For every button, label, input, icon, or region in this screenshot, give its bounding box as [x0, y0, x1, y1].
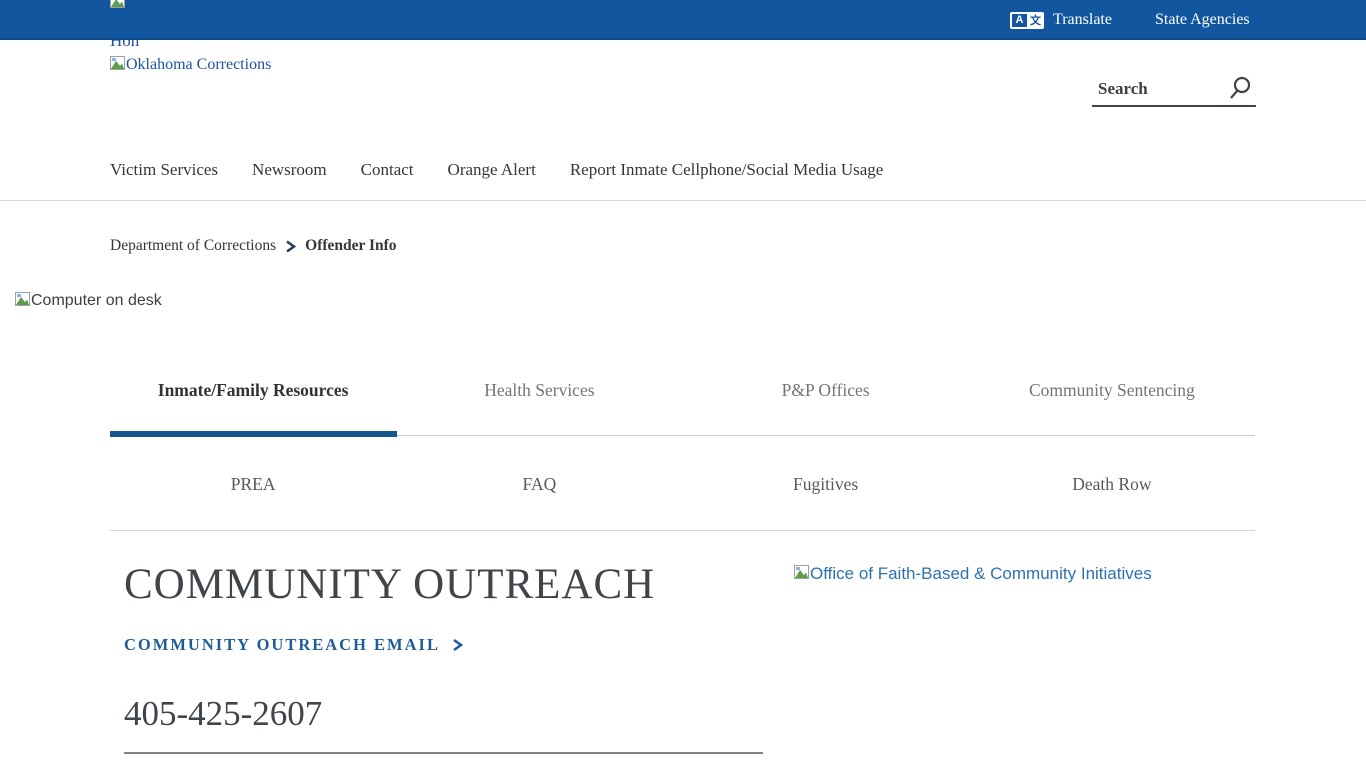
search-input[interactable] — [1098, 76, 1218, 102]
logo-alt-text: Oklahoma Corrections — [126, 56, 271, 74]
tab-bar-secondary: PREA FAQ Fugitives Death Row — [110, 474, 1255, 495]
nav-item-newsroom[interactable]: Newsroom — [252, 160, 327, 180]
phone-number: 405-425-2607 — [124, 694, 322, 734]
breadcrumb-current: Offender Info — [305, 237, 396, 255]
nav-item-report-inmate-cellphone[interactable]: Report Inmate Cellphone/Social Media Usa… — [570, 160, 883, 180]
tab-prea[interactable]: PREA — [110, 474, 396, 495]
tab-death-row[interactable]: Death Row — [969, 474, 1255, 495]
header-divider — [0, 200, 1366, 201]
breadcrumb: Department of Corrections Offender Info — [110, 237, 397, 255]
state-agencies-link[interactable]: State Agencies — [1155, 0, 1250, 40]
email-link-label: COMMUNITY OUTREACH EMAIL — [124, 635, 440, 655]
tab-health-services[interactable]: Health Services — [396, 380, 682, 401]
community-outreach-email-link[interactable]: COMMUNITY OUTREACH EMAIL — [124, 635, 463, 655]
faith-based-initiatives-link[interactable]: Office of Faith-Based & Community Initia… — [794, 564, 1152, 584]
tab-inmate-family-resources[interactable]: Inmate/Family Resources — [110, 380, 396, 401]
tab-bar-divider — [397, 435, 1255, 436]
active-tab-indicator — [110, 431, 397, 437]
translate-icon: A 文 — [1010, 12, 1044, 29]
broken-image-icon — [794, 564, 809, 584]
tab-pp-offices[interactable]: P&P Offices — [683, 380, 969, 401]
utility-bar: A 文 Translate State Agencies — [0, 0, 1366, 40]
site-logo-link[interactable]: Oklahoma Corrections — [110, 56, 271, 75]
chevron-right-icon — [452, 638, 463, 652]
state-agencies-label: State Agencies — [1155, 11, 1250, 29]
tab-bar-primary: Inmate/Family Resources Health Services … — [110, 380, 1255, 401]
search-box — [1092, 74, 1256, 107]
broken-image-icon — [110, 0, 125, 13]
translate-icon-char: 文 — [1027, 12, 1044, 29]
side-image-alt-text: Office of Faith-Based & Community Initia… — [810, 564, 1152, 584]
tab-community-sentencing[interactable]: Community Sentencing — [969, 380, 1255, 401]
tab-fugitives[interactable]: Fugitives — [683, 474, 969, 495]
section-divider — [110, 530, 1255, 531]
main-navigation: Victim Services Newsroom Contact Orange … — [110, 160, 883, 180]
breadcrumb-parent[interactable]: Department of Corrections — [110, 237, 276, 255]
broken-image-icon — [15, 292, 30, 311]
translate-label: Translate — [1053, 11, 1112, 29]
nav-item-contact[interactable]: Contact — [361, 160, 414, 180]
search-icon — [1227, 75, 1253, 101]
translate-button[interactable]: A 文 Translate — [1010, 0, 1112, 40]
page-title: COMMUNITY OUTREACH — [124, 560, 655, 609]
nav-item-orange-alert[interactable]: Orange Alert — [448, 160, 536, 180]
chevron-right-icon — [285, 240, 296, 253]
broken-image-icon — [110, 56, 125, 75]
hero-image-alt-text: Computer on desk — [31, 292, 162, 310]
content-divider — [124, 752, 763, 754]
search-button[interactable] — [1226, 75, 1254, 103]
nav-item-victim-services[interactable]: Victim Services — [110, 160, 218, 180]
hero-image-broken: Computer on desk — [15, 292, 162, 311]
tab-faq[interactable]: FAQ — [396, 474, 682, 495]
